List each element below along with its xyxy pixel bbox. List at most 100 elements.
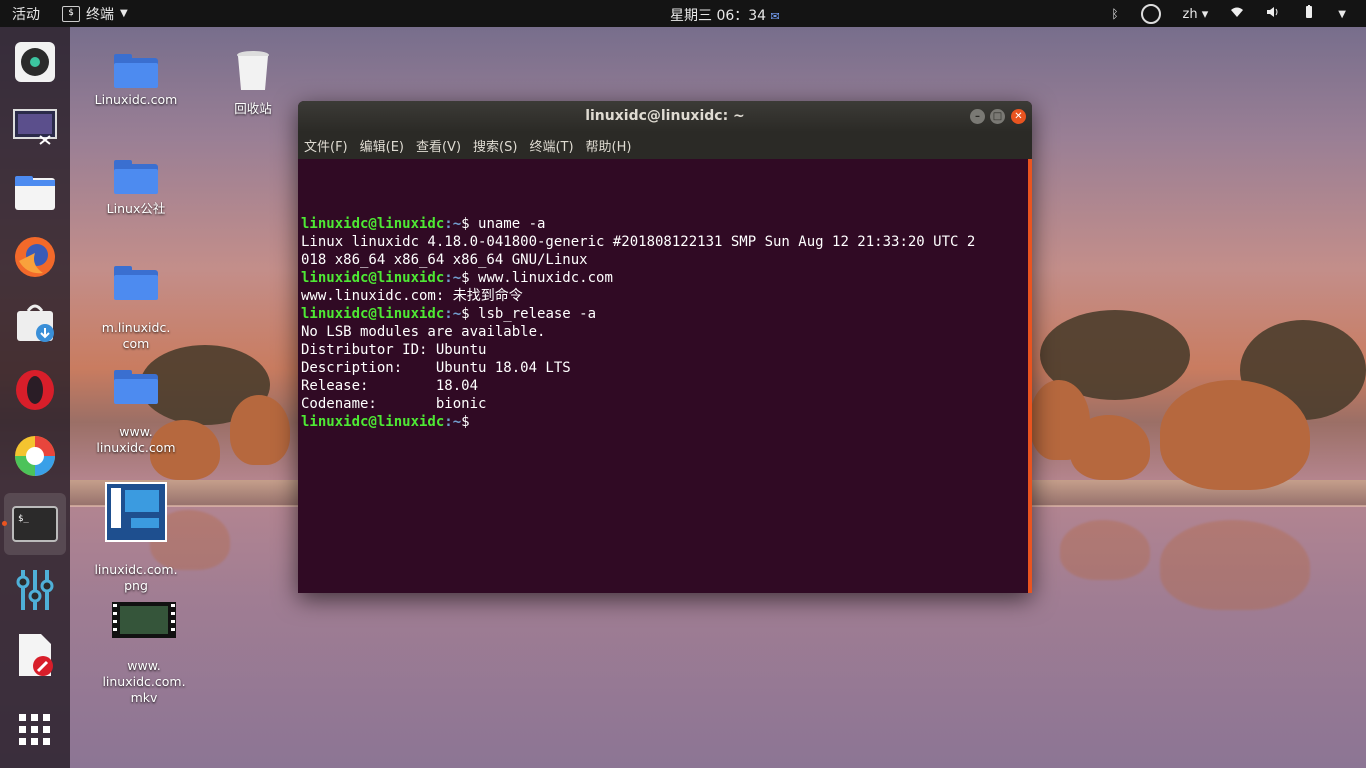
- desktop-icon-label: m.linuxidc. com: [101, 320, 171, 351]
- app-menu-label: 终端: [86, 6, 114, 23]
- terminal-output-line: Distributor ID: Ubuntu: [301, 342, 487, 358]
- terminal-output-line: Description: Ubuntu 18.04 LTS: [301, 360, 571, 376]
- dock-files[interactable]: [12, 169, 58, 215]
- running-indicator: [2, 521, 7, 526]
- prompt-user: linuxidc@linuxidc: [301, 270, 445, 286]
- prompt-path: :~: [444, 414, 462, 430]
- app-menu[interactable]: $ 终端 ▼: [62, 4, 128, 24]
- color-picker-icon: [15, 436, 55, 476]
- terminal-output-line: 018 x86_64 x86_64 x86_64 GNU/Linux: [301, 252, 588, 268]
- scrollbar[interactable]: [1028, 159, 1032, 593]
- folder-icon: [114, 370, 158, 404]
- terminal-command-line: linuxidc@linuxidc:~$: [301, 413, 1029, 431]
- language-label: zh: [1182, 6, 1198, 22]
- close-button[interactable]: ✕: [1011, 109, 1026, 124]
- window-title: linuxidc@linuxidc: ~: [585, 108, 745, 124]
- software-center-icon: [17, 304, 54, 342]
- folder-icon: [114, 160, 158, 194]
- firefox-icon: [15, 237, 55, 277]
- maximize-button[interactable]: □: [990, 109, 1005, 124]
- command-text: lsb_release -a: [469, 306, 597, 322]
- network-icon[interactable]: [1230, 5, 1244, 23]
- prompt-symbol: $: [461, 306, 470, 322]
- window-titlebar[interactable]: linuxidc@linuxidc: ~ – □ ✕: [298, 101, 1032, 132]
- battery-icon[interactable]: [1302, 5, 1316, 23]
- desktop-icon-label: 回收站: [234, 101, 272, 116]
- menu-help[interactable]: 帮助(H): [586, 136, 632, 155]
- settings-mixer-icon: [16, 570, 54, 610]
- app-grid-icon: [19, 714, 50, 745]
- dock-screenshot[interactable]: [12, 103, 58, 149]
- menu-search[interactable]: 搜索(S): [473, 136, 517, 155]
- terminal-output-line: Codename: bionic: [301, 396, 487, 412]
- clock-label: 星期三 06：34: [670, 8, 767, 24]
- terminal-output[interactable]: linuxidc@linuxidc:~$ uname -a Linux linux…: [298, 159, 1032, 593]
- terminal-window[interactable]: linuxidc@linuxidc: ~ – □ ✕ 文件(F) 编辑(E) 查…: [298, 101, 1032, 593]
- trash-icon: [237, 51, 269, 90]
- desktop-icon-label: Linuxidc.com: [94, 92, 178, 107]
- video-thumbnail-icon: [112, 602, 176, 638]
- prompt-path: :~: [444, 216, 462, 232]
- terminal-icon: $_: [12, 506, 58, 542]
- command-text: uname -a: [469, 216, 546, 232]
- menu-terminal[interactable]: 终端(T): [529, 136, 573, 155]
- files-icon: [15, 176, 55, 210]
- menu-view[interactable]: 查看(V): [416, 136, 461, 155]
- desktop-folder-www-linuxidc[interactable]: www. linuxidc.com: [88, 354, 184, 472]
- prompt-symbol: $: [461, 414, 470, 430]
- desktop-icon-label: www. linuxidc.com. mkv: [102, 658, 186, 705]
- terminal-command-line: linuxidc@linuxidc:~$ uname -a: [301, 215, 1029, 233]
- command-text: www.linuxidc.com: [469, 270, 613, 286]
- opera-icon: [16, 370, 54, 410]
- desktop-folder-m-linuxidc[interactable]: m.linuxidc. com: [88, 250, 184, 368]
- activities-button[interactable]: 活动: [12, 4, 40, 24]
- minimize-button[interactable]: –: [970, 109, 985, 124]
- folder-icon: [114, 54, 158, 88]
- language-indicator[interactable]: zh ▾: [1183, 7, 1209, 22]
- dock-opera[interactable]: [12, 367, 58, 413]
- folder-icon: [114, 266, 158, 300]
- desktop-file-mkv[interactable]: www. linuxidc.com. mkv: [96, 586, 192, 722]
- prompt-symbol: $: [461, 216, 470, 232]
- terminal-command-line: linuxidc@linuxidc:~$ www.linuxidc.com: [301, 269, 1029, 287]
- volume-icon[interactable]: [1266, 5, 1280, 23]
- desktop-icon-label: www. linuxidc.com: [96, 424, 176, 455]
- desktop-trash[interactable]: 回收站: [205, 50, 301, 117]
- system-menu-chevron-icon[interactable]: ▼: [1338, 9, 1346, 20]
- show-applications-button[interactable]: [12, 707, 58, 753]
- menu-file[interactable]: 文件(F): [304, 136, 348, 155]
- terminal-output-line: No LSB modules are available.: [301, 324, 546, 340]
- screenshot-icon: [13, 109, 57, 145]
- menu-edit[interactable]: 编辑(E): [360, 136, 404, 155]
- mail-icon: ✉: [770, 10, 780, 23]
- dock-text-editor[interactable]: [12, 632, 58, 678]
- input-method-icon[interactable]: [1140, 4, 1161, 24]
- terminal-output-line: www.linuxidc.com: 未找到命令: [301, 288, 523, 304]
- prompt-symbol: $: [461, 270, 470, 286]
- top-panel: 活动 $ 终端 ▼ 星期三 06：34 ✉ ᛒ zh ▾ ▼: [0, 0, 1366, 27]
- dock-software[interactable]: [12, 300, 58, 346]
- terminal-output-line: Release: 18.04: [301, 378, 479, 394]
- chevron-down-icon: ▼: [120, 8, 128, 19]
- dock-firefox[interactable]: [12, 234, 58, 280]
- dock: $_: [0, 27, 70, 768]
- dock-settings[interactable]: [12, 567, 58, 613]
- desktop-folder-linuxidc[interactable]: Linuxidc.com: [88, 54, 184, 107]
- terminal-command-line: linuxidc@linuxidc:~$ lsb_release -a: [301, 305, 1029, 323]
- prompt-user: linuxidc@linuxidc: [301, 216, 445, 232]
- dock-color-picker[interactable]: [12, 433, 58, 479]
- svg-text:$_: $_: [18, 514, 29, 524]
- desktop-folder-linux-gongshe[interactable]: Linux公社: [88, 160, 184, 217]
- prompt-path: :~: [444, 306, 462, 322]
- prompt-user: linuxidc@linuxidc: [301, 414, 445, 430]
- dock-terminal[interactable]: $_: [2, 493, 66, 555]
- dock-rhythmbox[interactable]: [12, 39, 58, 85]
- terminal-output-line: Linux linuxidc 4.18.0-041800-generic #20…: [301, 234, 976, 250]
- image-thumbnail-icon: [105, 482, 167, 542]
- clock[interactable]: 星期三 06：34 ✉: [670, 5, 780, 25]
- bluetooth-icon[interactable]: ᛒ: [1111, 7, 1118, 21]
- desktop-icon-label: Linux公社: [106, 201, 166, 216]
- system-tray: ᛒ zh ▾ ▼: [1111, 4, 1346, 24]
- prompt-user: linuxidc@linuxidc: [301, 306, 445, 322]
- prompt-path: :~: [444, 270, 462, 286]
